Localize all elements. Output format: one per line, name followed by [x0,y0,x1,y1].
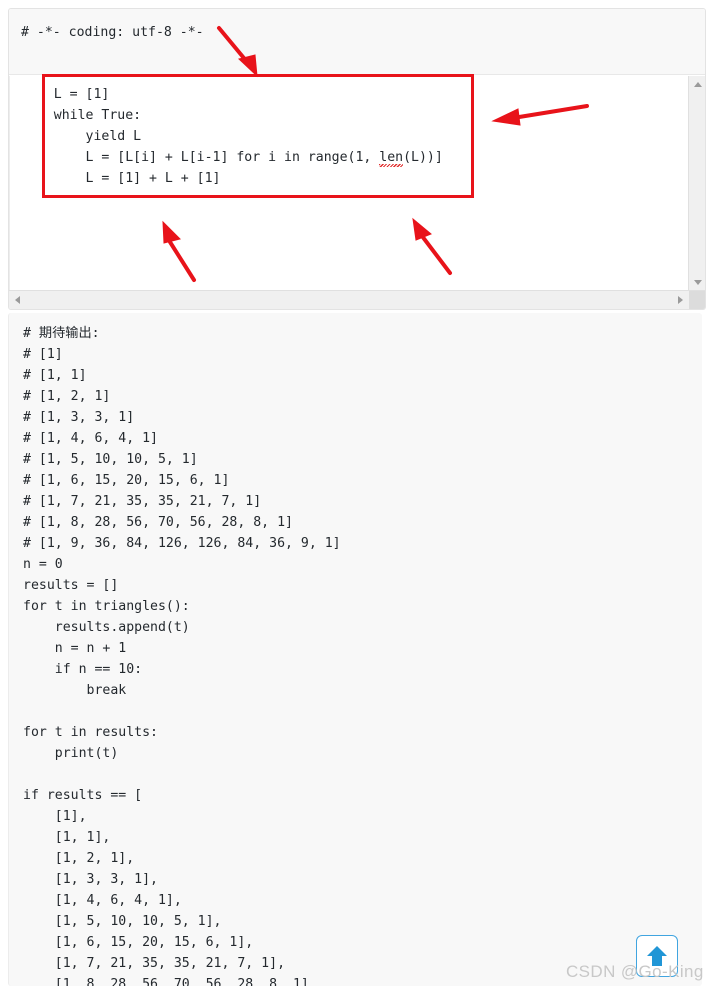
code-line: # [1, 4, 6, 4, 1] [23,431,158,446]
code-line: # [1, 8, 28, 56, 70, 56, 28, 8, 1] [23,515,293,530]
code-line: for t in triangles(): [23,599,190,614]
code-line: [1], [23,809,87,824]
code-line: # [1, 9, 36, 84, 126, 126, 84, 36, 9, 1] [23,536,341,551]
code-line: [1, 2, 1], [23,851,135,866]
code-line: # [1, 6, 15, 20, 15, 6, 1] [23,473,230,488]
code-line: [1, 3, 3, 1], [23,872,158,887]
output-code-block: # 期待输出: # [1] # [1, 1] # [1, 2, 1] # [1,… [8,313,702,986]
code-line: n = n + 1 [23,641,127,656]
code-line: [1, 4, 6, 4, 1], [23,893,182,908]
scroll-right-arrow-icon[interactable] [672,291,689,309]
code-line: [1, 1], [23,830,111,845]
code-line: # [1, 7, 21, 35, 35, 21, 7, 1] [23,494,262,509]
code-line-suffix: (L))] [403,150,443,165]
code-line: # [1] [23,347,63,362]
watermark-text: CSDN @Go-King [566,962,704,981]
code-line: results = [] [23,578,119,593]
editor-body-code[interactable]: L = [1] while True: yield L L = [L[i] + … [9,76,689,291]
spellcheck-word: len [379,150,404,165]
code-line: break [23,683,127,698]
code-line: yield L [22,129,142,144]
code-line: L = [1] [22,87,110,102]
scrollbar-corner [689,291,705,309]
code-line: print(t) [23,746,119,761]
code-line: # -*- coding: utf-8 -*- [21,25,204,40]
code-line: L = [1] + L + [1] [22,171,221,186]
scroll-up-arrow-icon[interactable] [689,76,705,93]
code-line: # 期待输出: [23,326,100,341]
code-line-with-spellcheck: L = [L[i] + L[i-1] for i in range(1, len… [22,147,689,168]
code-line: # [1, 2, 1] [23,389,111,404]
code-line: # [1, 5, 10, 10, 5, 1] [23,452,198,467]
code-line: # [1, 3, 3, 1] [23,410,135,425]
editor-horizontal-scrollbar[interactable] [9,290,705,309]
code-line: while True: [22,108,142,123]
code-line: if n == 10: [23,662,143,677]
scroll-left-arrow-icon[interactable] [9,291,26,309]
code-line-prefix: L = [L[i] + L[i-1] for i in range(1, [22,150,380,165]
code-line: for t in results: [23,725,158,740]
code-editor-pane[interactable]: # -*- coding: utf-8 -*- def triangles():… [8,8,706,310]
code-line: [1, 6, 15, 20, 15, 6, 1], [23,935,254,950]
editor-vertical-scrollbar[interactable] [688,76,705,291]
code-line: [1, 5, 10, 10, 5, 1], [23,914,222,929]
scroll-down-arrow-icon[interactable] [689,274,705,291]
code-line: results.append(t) [23,620,190,635]
code-line: # [1, 1] [23,368,87,383]
code-line: n = 0 [23,557,63,572]
page-root: # -*- coding: utf-8 -*- def triangles():… [0,0,714,994]
code-line: if results == [ [23,788,143,803]
editor-header-code: # -*- coding: utf-8 -*- def triangles(): [9,9,705,94]
